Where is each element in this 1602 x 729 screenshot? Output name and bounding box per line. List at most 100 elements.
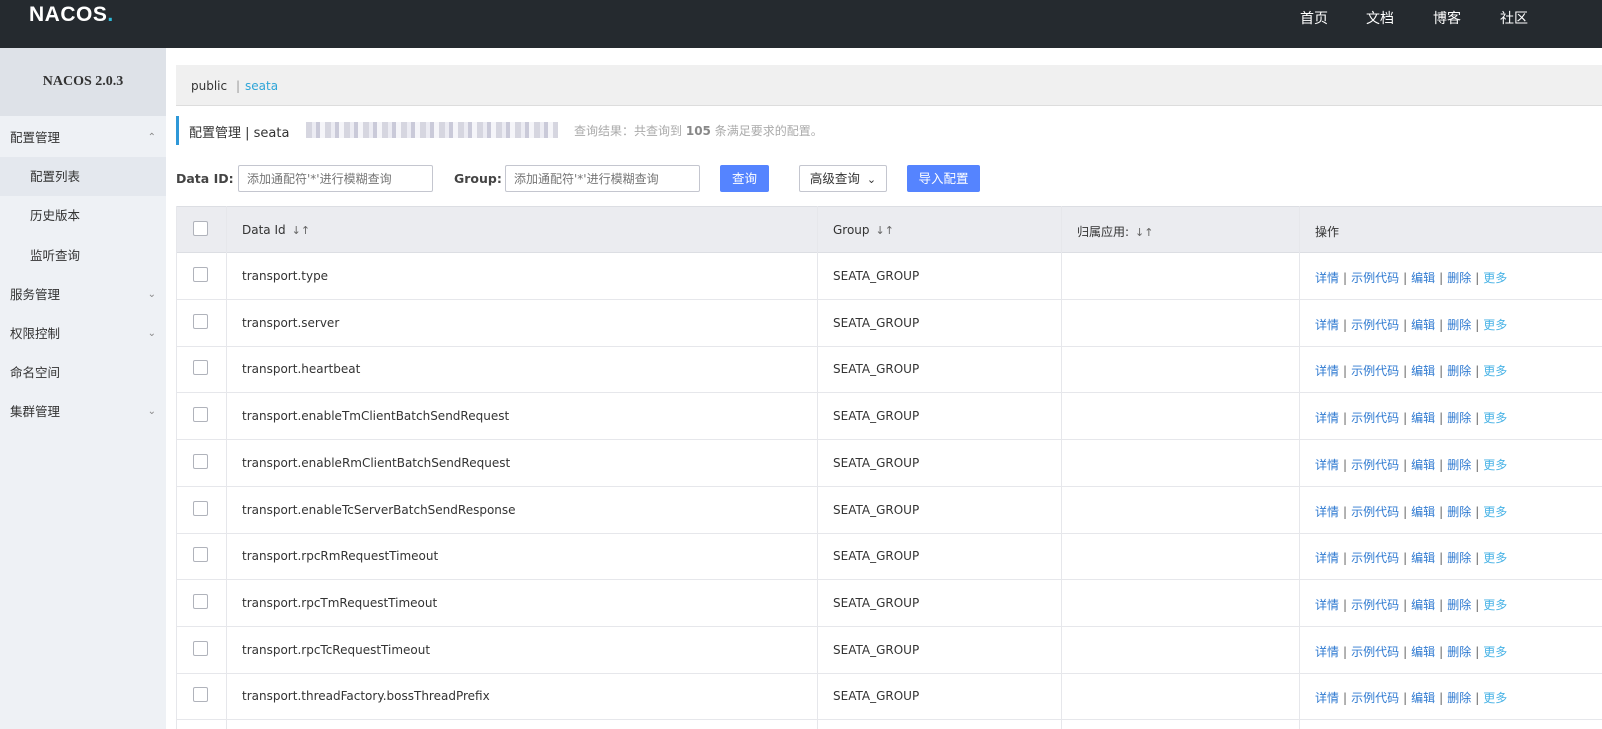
sample-code-link[interactable]: 示例代码	[1351, 551, 1399, 565]
more-link[interactable]: 更多	[1483, 458, 1507, 472]
detail-link[interactable]: 详情	[1315, 411, 1339, 425]
sample-code-link[interactable]: 示例代码	[1351, 271, 1399, 285]
delete-link[interactable]: 删除	[1447, 364, 1471, 378]
edit-link[interactable]: 编辑	[1411, 645, 1435, 659]
edit-link[interactable]: 编辑	[1411, 458, 1435, 472]
more-link[interactable]: 更多	[1483, 551, 1507, 565]
detail-link[interactable]: 详情	[1315, 505, 1339, 519]
sample-code-link[interactable]: 示例代码	[1351, 505, 1399, 519]
row-dataid: transport.threadFactory.bossThreadPrefix	[242, 689, 490, 704]
nav-docs[interactable]: 文档	[1366, 8, 1394, 28]
action-separator: |	[1475, 504, 1480, 519]
more-link[interactable]: 更多	[1483, 318, 1507, 332]
edit-link[interactable]: 编辑	[1411, 318, 1435, 332]
sample-code-link[interactable]: 示例代码	[1351, 598, 1399, 612]
nav-blog[interactable]: 博客	[1433, 8, 1461, 28]
sidebar-item-config-list[interactable]: 配置列表	[0, 157, 166, 196]
delete-link[interactable]: 删除	[1447, 505, 1471, 519]
detail-link[interactable]: 详情	[1315, 271, 1339, 285]
more-link[interactable]: 更多	[1483, 645, 1507, 659]
dataid-search-input[interactable]	[238, 165, 433, 192]
import-config-button[interactable]: 导入配置	[907, 165, 980, 192]
delete-link[interactable]: 删除	[1447, 458, 1471, 472]
namespace-public[interactable]: public	[191, 79, 227, 93]
sample-code-link[interactable]: 示例代码	[1351, 364, 1399, 378]
delete-link[interactable]: 删除	[1447, 645, 1471, 659]
column-divider	[226, 206, 227, 729]
sample-code-link[interactable]: 示例代码	[1351, 318, 1399, 332]
sidebar-item-permission-control[interactable]: 权限控制 ⌄	[0, 314, 166, 353]
sample-code-link[interactable]: 示例代码	[1351, 458, 1399, 472]
sidebar-item-service-management[interactable]: 服务管理 ⌄	[0, 275, 166, 314]
row-checkbox[interactable]	[193, 687, 208, 703]
sort-icon[interactable]: ↓↑	[292, 224, 310, 237]
row-checkbox[interactable]	[193, 360, 208, 376]
row-checkbox[interactable]	[193, 407, 208, 423]
more-link[interactable]: 更多	[1483, 364, 1507, 378]
row-checkbox[interactable]	[193, 547, 208, 563]
more-link[interactable]: 更多	[1483, 271, 1507, 285]
row-actions: 详情 | 示例代码 | 编辑 | 删除 | 更多	[1315, 643, 1507, 660]
edit-link[interactable]: 编辑	[1411, 551, 1435, 565]
edit-link[interactable]: 编辑	[1411, 598, 1435, 612]
row-checkbox[interactable]	[193, 453, 208, 469]
header-dataid[interactable]: Data Id ↓↑	[242, 223, 310, 237]
row-checkbox[interactable]	[193, 500, 208, 516]
row-checkbox[interactable]	[193, 267, 208, 282]
delete-link[interactable]: 删除	[1447, 691, 1471, 705]
sort-icon[interactable]: ↓↑	[1135, 226, 1153, 239]
nav-community[interactable]: 社区	[1500, 8, 1528, 28]
sample-code-link[interactable]: 示例代码	[1351, 691, 1399, 705]
chevron-down-icon: ⌄	[147, 328, 156, 339]
sidebar-item-config-management[interactable]: 配置管理 ⌃	[0, 118, 166, 157]
edit-link[interactable]: 编辑	[1411, 364, 1435, 378]
detail-link[interactable]: 详情	[1315, 645, 1339, 659]
delete-link[interactable]: 删除	[1447, 551, 1471, 565]
row-checkbox[interactable]	[193, 640, 208, 656]
detail-link[interactable]: 详情	[1315, 691, 1339, 705]
action-separator: |	[1343, 551, 1348, 566]
sidebar-item-namespace[interactable]: 命名空间	[0, 353, 166, 392]
nacos-logo[interactable]: NACOS.	[29, 3, 114, 27]
action-separator: |	[1403, 457, 1408, 472]
delete-link[interactable]: 删除	[1447, 411, 1471, 425]
delete-link[interactable]: 删除	[1447, 271, 1471, 285]
row-checkbox[interactable]	[193, 313, 208, 329]
nav-home[interactable]: 首页	[1300, 8, 1328, 28]
advanced-query-button[interactable]: 高级查询 ⌄	[799, 165, 887, 192]
header-group[interactable]: Group ↓↑	[833, 223, 894, 237]
detail-link[interactable]: 详情	[1315, 551, 1339, 565]
more-link[interactable]: 更多	[1483, 411, 1507, 425]
row-checkbox[interactable]	[193, 593, 208, 609]
sidebar-item-listener-query[interactable]: 监听查询	[0, 236, 166, 275]
select-all-checkbox[interactable]	[193, 221, 208, 236]
sidebar-item-label: 配置管理	[10, 130, 61, 145]
detail-link[interactable]: 详情	[1315, 318, 1339, 332]
sidebar-item-cluster-management[interactable]: 集群管理 ⌄	[0, 392, 166, 431]
detail-link[interactable]: 详情	[1315, 364, 1339, 378]
edit-link[interactable]: 编辑	[1411, 411, 1435, 425]
more-link[interactable]: 更多	[1483, 691, 1507, 705]
sample-code-link[interactable]: 示例代码	[1351, 411, 1399, 425]
sample-code-link[interactable]: 示例代码	[1351, 645, 1399, 659]
detail-link[interactable]: 详情	[1315, 598, 1339, 612]
action-separator: |	[1343, 644, 1348, 659]
sidebar-item-history[interactable]: 历史版本	[0, 196, 166, 235]
edit-link[interactable]: 编辑	[1411, 505, 1435, 519]
row-group: SEATA_GROUP	[833, 502, 920, 517]
edit-link[interactable]: 编辑	[1411, 271, 1435, 285]
more-link[interactable]: 更多	[1483, 505, 1507, 519]
header-ops: 操作	[1315, 225, 1340, 239]
sort-icon[interactable]: ↓↑	[876, 224, 894, 237]
delete-link[interactable]: 删除	[1447, 598, 1471, 612]
header-app[interactable]: 归属应用: ↓↑	[1077, 223, 1153, 240]
delete-link[interactable]: 删除	[1447, 318, 1471, 332]
action-separator: |	[1439, 457, 1444, 472]
more-link[interactable]: 更多	[1483, 598, 1507, 612]
detail-link[interactable]: 详情	[1315, 458, 1339, 472]
row-actions: 详情 | 示例代码 | 编辑 | 删除 | 更多	[1315, 456, 1507, 473]
group-search-input[interactable]	[505, 165, 700, 192]
query-button[interactable]: 查询	[720, 165, 769, 192]
edit-link[interactable]: 编辑	[1411, 691, 1435, 705]
namespace-seata[interactable]: seata	[245, 79, 278, 93]
